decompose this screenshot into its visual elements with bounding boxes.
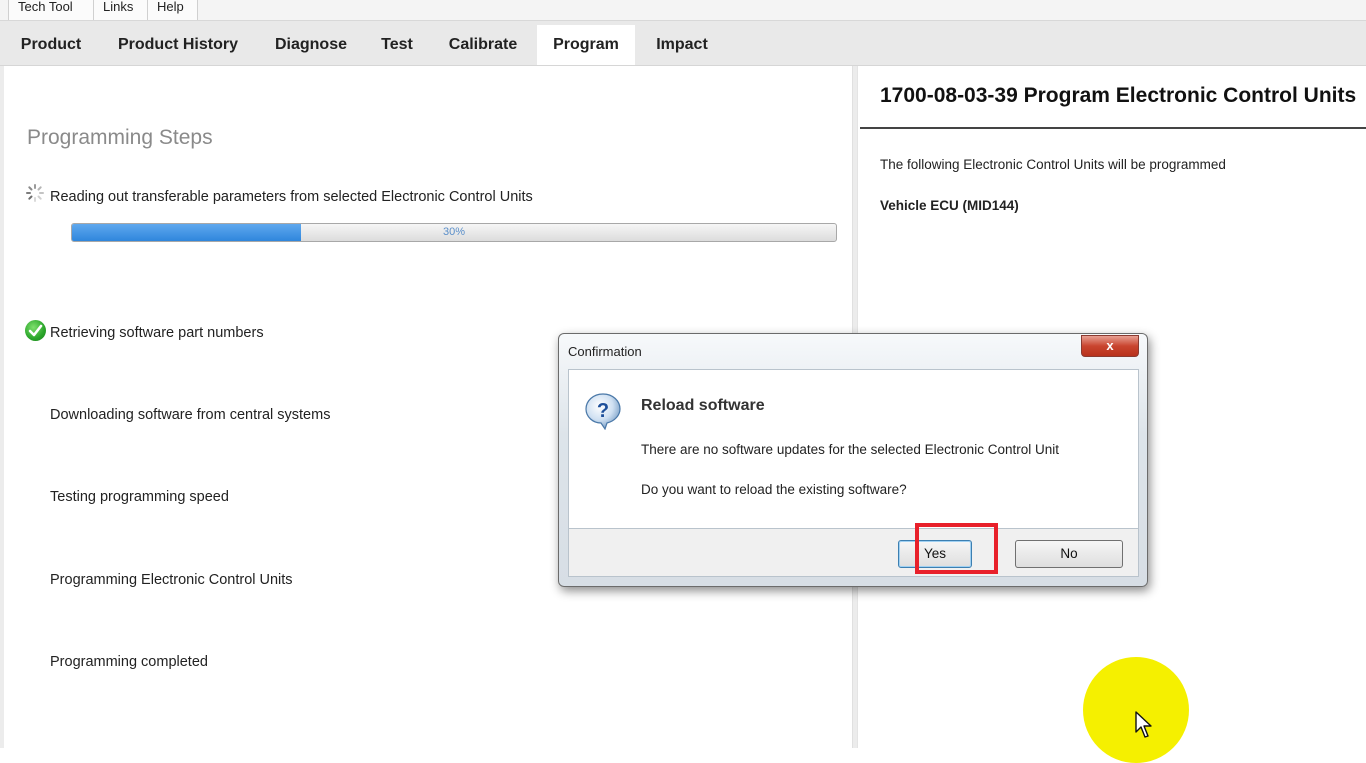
menu-help[interactable]: Help <box>148 0 198 20</box>
programming-steps-title: Programming Steps <box>27 126 213 149</box>
yes-button-highlight <box>915 523 998 574</box>
tab-calibrate[interactable]: Calibrate <box>434 25 532 65</box>
no-button[interactable]: No <box>1015 540 1123 568</box>
operation-title: 1700-08-03-39 Program Electronic Control… <box>880 84 1357 107</box>
tab-program[interactable]: Program <box>537 25 635 65</box>
step-label-downloading-software: Downloading software from central system… <box>50 407 331 423</box>
progress-bar: 30% <box>71 223 837 242</box>
tab-diagnose[interactable]: Diagnose <box>262 25 360 65</box>
menu-links[interactable]: Links <box>94 0 148 20</box>
dialog-heading: Reload software <box>641 397 765 414</box>
tab-impact[interactable]: Impact <box>640 25 724 65</box>
help-question-icon: ? <box>585 393 621 430</box>
tab-product[interactable]: Product <box>8 25 94 65</box>
tab-product-history[interactable]: Product History <box>100 25 256 65</box>
progress-label: 30% <box>442 226 466 238</box>
svg-text:?: ? <box>597 400 609 422</box>
menu-tech-tool[interactable]: Tech Tool <box>8 0 94 20</box>
step-label-testing-speed: Testing programming speed <box>50 489 229 505</box>
confirmation-dialog: Confirmation x ? Reload software There a… <box>558 333 1148 587</box>
ecu-intro-text: The following Electronic Control Units w… <box>880 157 1226 172</box>
ecu-name: Vehicle ECU (MID144) <box>880 198 1019 213</box>
mouse-pointer-icon <box>1135 711 1152 738</box>
step-label-reading-parameters: Reading out transferable parameters from… <box>50 189 533 205</box>
tab-test[interactable]: Test <box>366 25 428 65</box>
dialog-title: Confirmation <box>568 344 642 359</box>
dialog-question: Do you want to reload the existing softw… <box>641 482 907 497</box>
menu-bar: Tech Tool Links Help <box>0 0 1366 21</box>
title-rule <box>860 127 1366 129</box>
dialog-close-button[interactable]: x <box>1081 335 1139 357</box>
check-icon <box>25 320 46 341</box>
dialog-footer: Yes No <box>568 529 1139 577</box>
dialog-body: ? Reload software There are no software … <box>568 369 1139 529</box>
main-tab-bar: Product Product History Diagnose Test Ca… <box>0 21 1366 66</box>
step-label-retrieving-part-numbers: Retrieving software part numbers <box>50 325 264 341</box>
spinner-icon <box>26 184 44 202</box>
step-label-programming-completed: Programming completed <box>50 654 208 670</box>
dialog-message: There are no software updates for the se… <box>641 442 1059 457</box>
step-label-programming-ecus: Programming Electronic Control Units <box>50 572 293 588</box>
